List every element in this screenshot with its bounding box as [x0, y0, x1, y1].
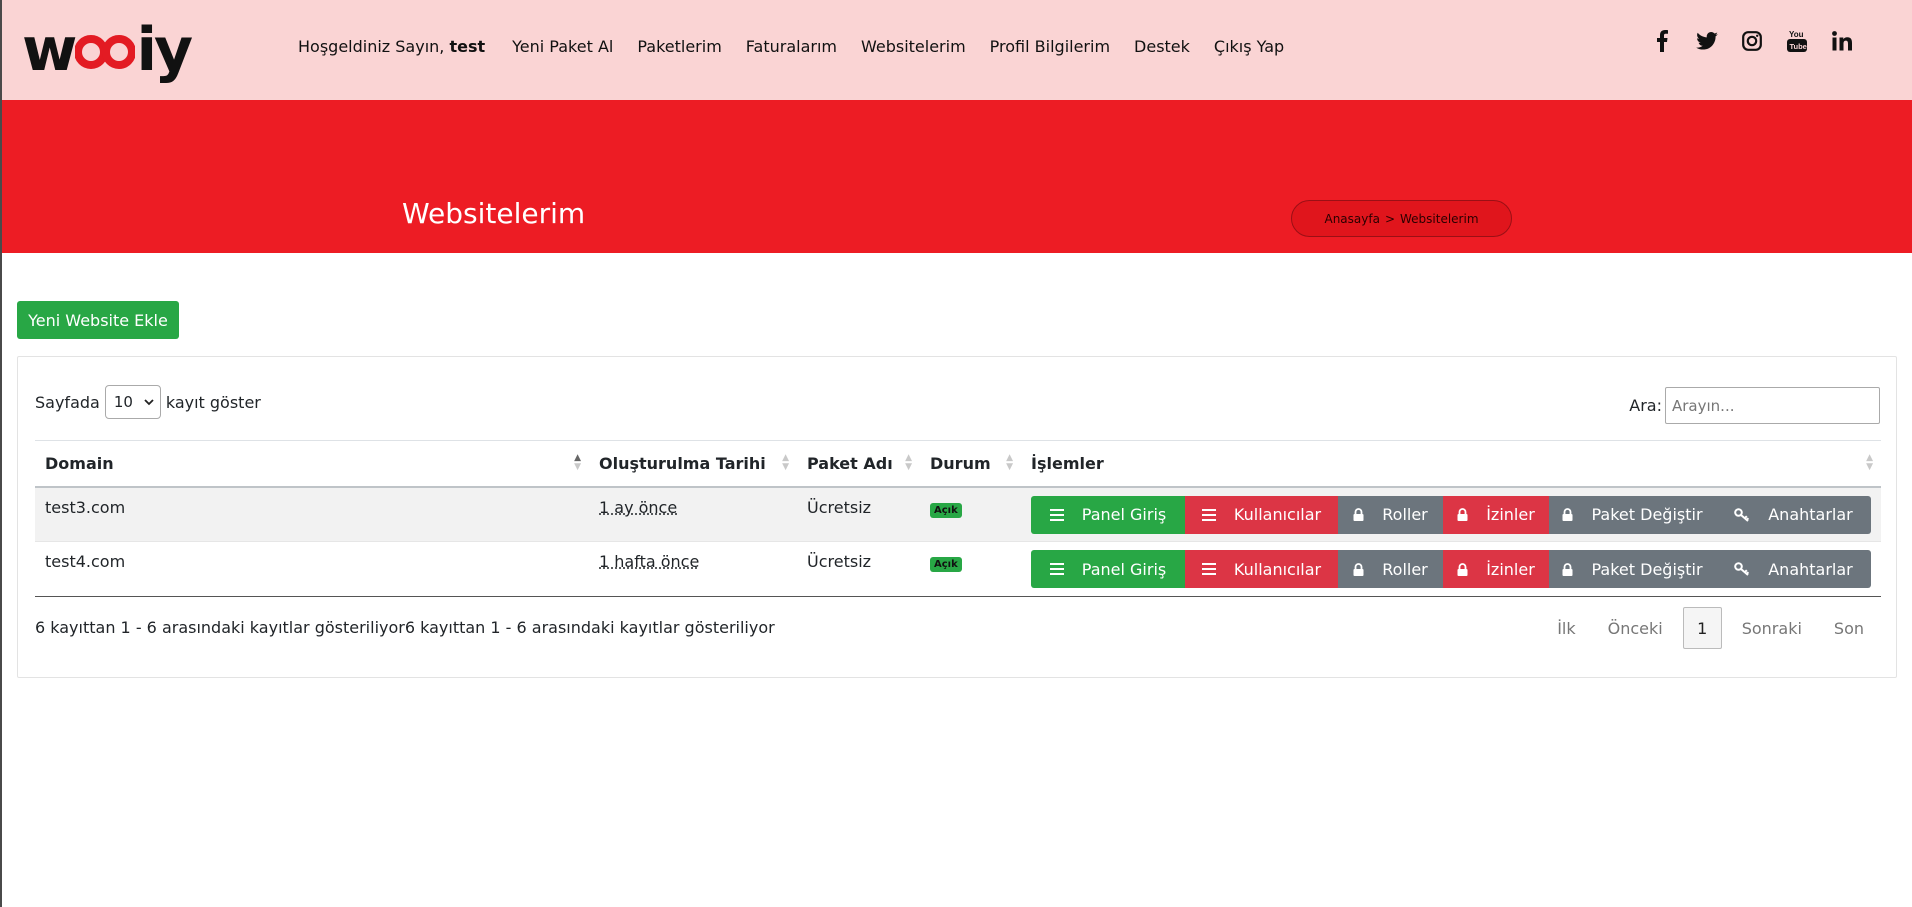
pagination: İlk Önceki 1 Sonraki Son: [1541, 607, 1880, 649]
change-package-button[interactable]: Paket Değiştir: [1549, 495, 1716, 534]
table-header-row: Domain ▲ ▼ Oluşturulma Tarihi ▲ ▼ Paket Adı ▲…: [35, 440, 1881, 488]
key-icon: [1734, 562, 1750, 576]
page-length-control: Sayfada 10 kayıt göster: [35, 385, 261, 419]
permissions-button[interactable]: İzinler: [1443, 495, 1549, 534]
social-links: You Tube: [1650, 28, 1875, 54]
table-search: Ara:: [1629, 387, 1880, 424]
length-suffix: kayıt göster: [165, 392, 261, 412]
linkedin-icon[interactable]: [1830, 28, 1854, 54]
svg-text:You: You: [1789, 30, 1804, 39]
nav-profile[interactable]: Profil Bilgilerim: [990, 37, 1110, 56]
sort-icon: ▲ ▼: [782, 453, 789, 472]
nav-new-package[interactable]: Yeni Paket Al: [512, 37, 613, 56]
websites-table: Domain ▲ ▼ Oluşturulma Tarihi ▲ ▼ Paket Adı ▲…: [35, 440, 1881, 597]
nav-support[interactable]: Destek: [1134, 37, 1190, 56]
sort-icon: ▲ ▼: [1866, 453, 1873, 472]
pager-next[interactable]: Sonraki: [1726, 619, 1818, 638]
nav-websites[interactable]: Websitelerim: [861, 37, 966, 56]
websites-table-card: Sayfada 10 kayıt göster Ara: Domain▲▼ Ol…: [17, 356, 1897, 678]
welcome-text: Hoşgeldiniz Sayın, test: [298, 37, 486, 56]
breadcrumb-separator: >: [1384, 211, 1395, 226]
menu-icon: [1049, 508, 1064, 521]
lock-icon: [1457, 562, 1468, 576]
page-title: Websitelerim: [402, 197, 586, 230]
top-header: w iy Hoşgeldiniz Sayın, test Yeni Paket …: [0, 0, 1912, 100]
cell-domain: test3.com: [35, 486, 589, 542]
keys-button[interactable]: Anahtarlar: [1716, 550, 1871, 588]
search-label: Ara:: [1629, 396, 1662, 415]
facebook-icon[interactable]: [1650, 28, 1674, 54]
lock-icon: [1562, 508, 1573, 521]
column-header-actions[interactable]: İşlemler ▲ ▼: [1021, 440, 1881, 488]
username: test: [449, 37, 486, 56]
roles-button[interactable]: Roller: [1338, 550, 1443, 588]
pager-last[interactable]: Son: [1818, 619, 1880, 638]
users-button[interactable]: Kullanıcılar: [1185, 495, 1338, 534]
column-header-domain[interactable]: Domain ▲ ▼: [35, 440, 589, 488]
table-info: 6 kayıttan 1 - 6 arasındaki kayıtlar gös…: [35, 618, 775, 637]
lock-icon: [1353, 508, 1364, 521]
change-package-button[interactable]: Paket Değiştir: [1549, 550, 1716, 588]
pager-prev[interactable]: Önceki: [1592, 619, 1679, 638]
cell-domain: test4.com: [35, 541, 589, 597]
status-badge: Açık: [930, 557, 962, 572]
sort-icon: ▲ ▼: [905, 453, 912, 472]
panel-login-button[interactable]: Panel Giriş: [1031, 495, 1185, 534]
lock-icon: [1353, 562, 1364, 576]
cell-package: Ücretsiz: [797, 541, 920, 597]
page-length-value: 10: [113, 393, 133, 411]
users-button[interactable]: Kullanıcılar: [1185, 550, 1338, 588]
status-badge: Açık: [930, 502, 962, 518]
table-row: test3.com 1 ay önce Ücretsiz Açık Panel …: [35, 486, 1881, 542]
pager-current-page[interactable]: 1: [1682, 607, 1722, 649]
youtube-icon[interactable]: You Tube: [1785, 28, 1809, 54]
twitter-icon[interactable]: [1695, 28, 1719, 54]
sort-icon: ▲ ▼: [574, 453, 581, 472]
column-header-status[interactable]: Durum ▲ ▼: [920, 440, 1021, 488]
cell-created: 1 ay önce: [599, 497, 678, 517]
nav-invoices[interactable]: Faturalarım: [746, 37, 837, 56]
menu-icon: [1201, 508, 1216, 521]
panel-login-button[interactable]: Panel Giriş: [1031, 550, 1185, 588]
column-header-package[interactable]: Paket Adı ▲ ▼: [797, 440, 920, 488]
key-icon: [1734, 507, 1750, 522]
logo-glasses-icon: [75, 28, 136, 72]
table-row: test4.com 1 hafta önce Ücretsiz Açık Pan…: [35, 541, 1881, 597]
sort-icon: ▲ ▼: [1006, 453, 1013, 472]
length-prefix: Sayfada: [35, 392, 100, 412]
cell-package: Ücretsiz: [797, 486, 920, 542]
svg-text:Tube: Tube: [1790, 42, 1807, 51]
instagram-icon[interactable]: [1740, 28, 1764, 54]
breadcrumb-home[interactable]: Anasayfa: [1324, 212, 1379, 226]
search-input[interactable]: [1665, 387, 1880, 424]
menu-icon: [1049, 563, 1064, 575]
permissions-button[interactable]: İzinler: [1443, 550, 1549, 588]
nav-packages[interactable]: Paketlerim: [637, 37, 721, 56]
nav-logout[interactable]: Çıkış Yap: [1214, 37, 1284, 56]
breadcrumb: Anasayfa > Websitelerim: [1291, 200, 1512, 237]
roles-button[interactable]: Roller: [1338, 495, 1443, 534]
lock-icon: [1562, 562, 1573, 576]
pager-first[interactable]: İlk: [1541, 619, 1591, 638]
lock-icon: [1457, 508, 1468, 521]
page-hero: Websitelerim: [2, 100, 1912, 253]
add-website-button[interactable]: Yeni Website Ekle: [17, 301, 179, 339]
keys-button[interactable]: Anahtarlar: [1716, 495, 1871, 534]
main-nav: Hoşgeldiniz Sayın, test Yeni Paket Al Pa…: [298, 37, 1308, 56]
breadcrumb-current: Websitelerim: [1400, 211, 1479, 226]
brand-logo[interactable]: w iy: [22, 15, 193, 85]
column-header-created[interactable]: Oluşturulma Tarihi ▲ ▼: [589, 440, 797, 488]
chevron-down-icon: [144, 398, 154, 405]
page-length-select[interactable]: 10: [104, 385, 161, 419]
row-action-group: Panel Giriş Kullanıcılar Roller İzinler …: [1031, 495, 1871, 534]
logo-wordmark: w iy: [22, 15, 193, 85]
cell-created: 1 hafta önce: [599, 552, 700, 571]
menu-icon: [1201, 563, 1216, 575]
window-edge: [0, 0, 2, 907]
row-action-group: Panel Giriş Kullanıcılar Roller İzinler …: [1031, 550, 1871, 588]
